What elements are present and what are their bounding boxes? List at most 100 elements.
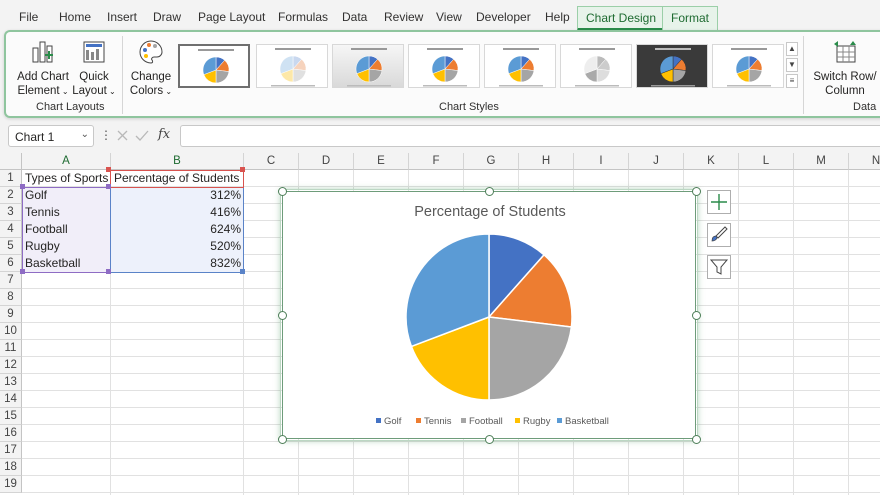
chart-style-2[interactable] — [256, 44, 328, 88]
row-header-15[interactable]: 15 — [0, 408, 22, 425]
row-header-7[interactable]: 7 — [0, 272, 22, 289]
pie-chart[interactable]: Percentage of Students Golf Tennis Footbal… — [282, 191, 696, 439]
cell-a2[interactable]: Golf — [22, 187, 111, 204]
chart-filters-button[interactable] — [707, 255, 731, 279]
column-header-e[interactable]: E — [354, 153, 409, 170]
resize-handle[interactable] — [484, 434, 494, 444]
column-header-c[interactable]: C — [244, 153, 299, 170]
chart-title[interactable]: Percentage of Students — [414, 204, 566, 220]
chart-style-7[interactable] — [636, 44, 708, 88]
range-sizing-handle[interactable] — [106, 184, 111, 189]
row-header-1[interactable]: 1 — [0, 170, 22, 187]
legend-item-golf[interactable]: Golf — [376, 416, 402, 427]
row-header-16[interactable]: 16 — [0, 425, 22, 442]
more-options-icon[interactable]: ⋮ — [100, 128, 112, 142]
column-header-j[interactable]: J — [629, 153, 684, 170]
resize-handle[interactable] — [691, 310, 701, 320]
pie-slice-football[interactable] — [488, 316, 573, 401]
tab-formulas[interactable]: Formulas — [278, 10, 328, 24]
gallery-more[interactable]: ≡ — [786, 74, 798, 88]
resize-handle[interactable] — [691, 434, 701, 444]
row-header-10[interactable]: 10 — [0, 323, 22, 340]
gallery-scroll-up[interactable]: ▲ — [786, 42, 798, 56]
tab-view[interactable]: View — [436, 10, 462, 24]
row-header-17[interactable]: 17 — [0, 442, 22, 459]
cell-b6[interactable]: 832% — [111, 255, 244, 272]
tab-file[interactable]: File — [19, 10, 38, 24]
row-header-6[interactable]: 6 — [0, 255, 22, 272]
resize-handle[interactable] — [277, 310, 287, 320]
chart-style-5[interactable] — [484, 44, 556, 88]
chart-style-4[interactable] — [408, 44, 480, 88]
row-header-5[interactable]: 5 — [0, 238, 22, 255]
fx-icon[interactable]: fx — [158, 127, 170, 142]
column-header-h[interactable]: H — [519, 153, 574, 170]
cell-a1[interactable]: Types of Sports — [22, 170, 111, 187]
column-header-d[interactable]: D — [299, 153, 354, 170]
name-box[interactable]: Chart 1 ⌄ — [8, 125, 94, 147]
range-sizing-handle[interactable] — [106, 269, 111, 274]
tab-page-layout[interactable]: Page Layout — [198, 10, 265, 24]
row-header-9[interactable]: 9 — [0, 306, 22, 323]
cell-a6[interactable]: Basketball — [22, 255, 111, 272]
chart-style-3[interactable] — [332, 44, 404, 88]
chart-styles-button[interactable] — [707, 223, 731, 247]
column-header-n[interactable]: N — [849, 153, 880, 170]
tab-format[interactable]: Format — [662, 6, 719, 31]
gallery-scroll-down[interactable]: ▼ — [786, 58, 798, 72]
column-header-l[interactable]: L — [739, 153, 794, 170]
row-header-13[interactable]: 13 — [0, 374, 22, 391]
row-header-3[interactable]: 3 — [0, 204, 22, 221]
cell-b3[interactable]: 416% — [111, 204, 244, 221]
column-header-f[interactable]: F — [409, 153, 464, 170]
range-sizing-handle[interactable] — [20, 184, 25, 189]
column-header-k[interactable]: K — [684, 153, 739, 170]
legend-item-football[interactable]: Football — [461, 416, 503, 427]
cell-a3[interactable]: Tennis — [22, 204, 111, 221]
range-sizing-handle[interactable] — [240, 167, 245, 172]
row-header-8[interactable]: 8 — [0, 289, 22, 306]
row-header-18[interactable]: 18 — [0, 459, 22, 476]
tab-chart-design[interactable]: Chart Design — [577, 6, 666, 31]
row-header-11[interactable]: 11 — [0, 340, 22, 357]
quick-layout-button[interactable]: Quick Layout ⌄ — [72, 38, 116, 99]
resize-handle[interactable] — [691, 186, 701, 196]
range-sizing-handle[interactable] — [240, 269, 245, 274]
cell-b1[interactable]: Percentage of Students — [111, 170, 244, 187]
formula-input[interactable] — [180, 125, 880, 147]
row-header-4[interactable]: 4 — [0, 221, 22, 238]
tab-data[interactable]: Data — [342, 10, 367, 24]
cell-a4[interactable]: Football — [22, 221, 111, 238]
chevron-down-icon[interactable]: ⌄ — [81, 129, 89, 140]
cell-a5[interactable]: Rugby — [22, 238, 111, 255]
resize-handle[interactable] — [277, 186, 287, 196]
chart-legend[interactable]: Golf Tennis Football Rugby Basketball — [376, 416, 609, 427]
column-header-a[interactable]: A — [22, 153, 111, 170]
legend-item-basketball[interactable]: Basketball — [557, 416, 609, 427]
cell-b2[interactable]: 312% — [111, 187, 244, 204]
chart-elements-button[interactable] — [707, 190, 731, 214]
chart-style-1[interactable] — [178, 44, 250, 88]
tab-developer[interactable]: Developer — [476, 10, 531, 24]
column-header-b[interactable]: B — [111, 153, 244, 170]
column-header-g[interactable]: G — [464, 153, 519, 170]
cell-b4[interactable]: 624% — [111, 221, 244, 238]
range-sizing-handle[interactable] — [20, 269, 25, 274]
add-chart-element-button[interactable]: Add Chart Element ⌄ — [14, 38, 72, 99]
resize-handle[interactable] — [277, 434, 287, 444]
chart-style-6[interactable] — [560, 44, 632, 88]
range-sizing-handle[interactable] — [106, 167, 111, 172]
row-header-19[interactable]: 19 — [0, 476, 22, 493]
column-header-i[interactable]: I — [574, 153, 629, 170]
column-header-m[interactable]: M — [794, 153, 849, 170]
row-header-12[interactable]: 12 — [0, 357, 22, 374]
tab-draw[interactable]: Draw — [153, 10, 181, 24]
cell-b5[interactable]: 520% — [111, 238, 244, 255]
tab-review[interactable]: Review — [384, 10, 423, 24]
chart-style-8[interactable] — [712, 44, 784, 88]
row-header-2[interactable]: 2 — [0, 187, 22, 204]
switch-row-column-button[interactable]: Switch Row/Column — [812, 38, 878, 98]
row-header-14[interactable]: 14 — [0, 391, 22, 408]
change-colors-button[interactable]: Change Colors ⌄ — [128, 38, 174, 99]
legend-item-tennis[interactable]: Tennis — [416, 416, 452, 427]
